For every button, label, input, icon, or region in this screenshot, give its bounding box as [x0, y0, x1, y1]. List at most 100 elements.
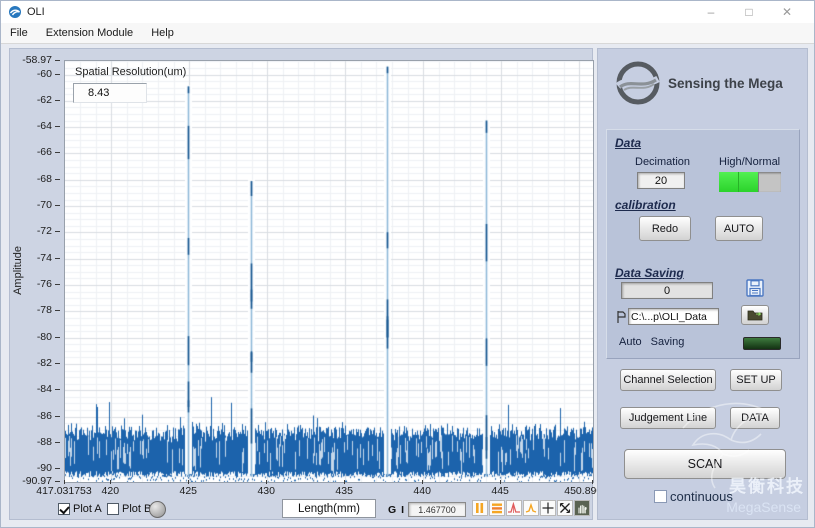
y-tick-label: -78: [37, 304, 52, 316]
close-button[interactable]: ✕: [768, 5, 806, 19]
data-button[interactable]: DATA: [730, 407, 780, 429]
y-tick-mark: [55, 389, 60, 390]
x-axis-title: Length(mm): [298, 503, 360, 515]
y-tick-label: -68: [37, 173, 52, 185]
cursor-tool-icon[interactable]: [540, 500, 556, 516]
settings-panel: Data Decimation 20 High/Normal calibrati…: [606, 129, 800, 359]
window-controls: – □ ✕: [692, 1, 806, 23]
graph-palette: [472, 500, 590, 516]
judgement-line-button[interactable]: Judgement Line: [620, 407, 716, 429]
x-tick-label: 430: [257, 485, 275, 497]
save-path-field[interactable]: C:\...p\OLI_Data: [628, 308, 719, 325]
y-tick-mark: [55, 416, 60, 417]
scan-button[interactable]: SCAN: [624, 449, 786, 479]
y-tick-mark: [55, 126, 60, 127]
plot-a-checkbox-box: [58, 503, 70, 515]
plot-a-checkbox[interactable]: Plot A: [58, 503, 102, 515]
app-window: OLI – □ ✕ File Extension Module Help Amp…: [0, 0, 815, 528]
x-tick-mark: [500, 480, 501, 484]
y-tick-mark: [55, 481, 60, 482]
x-tick-label: 440: [413, 485, 431, 497]
zoom-tool-icon[interactable]: [557, 500, 573, 516]
pan-hand-icon[interactable]: [574, 500, 590, 516]
y-tick-label: -86: [37, 410, 52, 422]
y-tick-label: -60: [37, 68, 52, 80]
plot-b-checkbox-box: [107, 503, 119, 515]
plot-b-label: Plot B: [122, 503, 151, 515]
y-tick-mark: [55, 100, 60, 101]
menu-extension-module[interactable]: Extension Module: [37, 25, 142, 41]
data-section-title: Data: [615, 136, 641, 150]
minimize-button[interactable]: –: [692, 5, 730, 19]
y-tick-label: -80: [37, 331, 52, 343]
gi-label: G I: [388, 504, 405, 516]
menu-file[interactable]: File: [1, 25, 37, 41]
x-tick-mark: [188, 480, 189, 484]
y-tick-label: -74: [37, 252, 52, 264]
redo-button[interactable]: Redo: [639, 216, 691, 241]
x-tick-mark: [344, 480, 345, 484]
high-normal-label: High/Normal: [719, 156, 780, 168]
y-tick-mark: [55, 468, 60, 469]
y-tick-mark: [55, 205, 60, 206]
y-tick-mark: [55, 60, 60, 61]
x-tick-label: 445: [491, 485, 509, 497]
y-tick-mark: [55, 179, 60, 180]
y-tick-label: -82: [37, 357, 52, 369]
plot-style-knob[interactable]: [149, 501, 166, 518]
x-tick-label: 425: [179, 485, 197, 497]
y-tick-label: -70: [37, 199, 52, 211]
auto-button[interactable]: AUTO: [715, 216, 763, 241]
title-bar: OLI – □ ✕: [1, 1, 814, 23]
y-tick-label: -72: [37, 225, 52, 237]
y-tick-label: -90: [37, 462, 52, 474]
plot-a-label: Plot A: [73, 503, 102, 515]
menu-help[interactable]: Help: [142, 25, 183, 41]
x-scale-icon[interactable]: [472, 500, 488, 516]
y-tick-mark: [55, 284, 60, 285]
calibration-section-title: calibration: [615, 198, 676, 212]
browse-folder-button[interactable]: [741, 305, 769, 325]
x-tick-label: 417.031753: [36, 485, 91, 497]
floppy-disk-icon[interactable]: [745, 278, 765, 298]
x-tick-mark: [266, 480, 267, 484]
spatial-resolution-label: Spatial Resolution(um): [75, 66, 186, 78]
plot-controls: Plot A Plot B Length(mm) G I 1.467700: [10, 501, 592, 521]
y-tick-mark: [55, 152, 60, 153]
y-tick-label: -58.97: [22, 54, 52, 66]
decimation-input[interactable]: 20: [637, 172, 685, 189]
continuous-checkbox[interactable]: continuous: [654, 489, 733, 504]
plot-area[interactable]: Spatial Resolution(um) 8.43: [64, 60, 594, 483]
channel-selection-button[interactable]: Channel Selection: [620, 369, 716, 391]
maximize-button[interactable]: □: [730, 5, 768, 19]
y-tick-label: -62: [37, 94, 52, 106]
y-tick-mark: [55, 442, 60, 443]
gi-value-field[interactable]: 1.467700: [408, 502, 466, 517]
bird-logo-icon: [663, 390, 793, 495]
y-tick-mark: [55, 310, 60, 311]
setup-button[interactable]: SET UP: [730, 369, 782, 391]
peak-marker-icon[interactable]: [506, 500, 522, 516]
plot-b-checkbox[interactable]: Plot B: [107, 503, 151, 515]
signal-canvas: [65, 61, 593, 482]
peak-arrow-icon[interactable]: [523, 500, 539, 516]
y-tick-label: -64: [37, 120, 52, 132]
high-normal-switch[interactable]: [719, 172, 781, 192]
x-axis-title-box: Length(mm): [282, 499, 376, 518]
y-tick-label: -88: [37, 436, 52, 448]
auto-saving-label: Auto Saving: [619, 336, 684, 348]
x-tick-mark: [64, 480, 65, 484]
save-counter-field[interactable]: 0: [621, 282, 713, 299]
auto-saving-led[interactable]: [743, 337, 781, 350]
y-tick-mark: [55, 337, 60, 338]
continuous-checkbox-box: [654, 490, 667, 503]
x-tick-label: 435: [335, 485, 353, 497]
decimation-label: Decimation: [635, 156, 690, 168]
y-tick-label: -76: [37, 278, 52, 290]
y-scale-icon[interactable]: [489, 500, 505, 516]
x-tick-mark: [422, 480, 423, 484]
control-panel: Sensing the Mega Data Decimation 20 High…: [597, 48, 808, 520]
y-tick-label: -66: [37, 146, 52, 158]
x-axis-ticks: 417.031753420425430435440445450.890612: [64, 482, 592, 500]
y-tick-mark: [55, 363, 60, 364]
